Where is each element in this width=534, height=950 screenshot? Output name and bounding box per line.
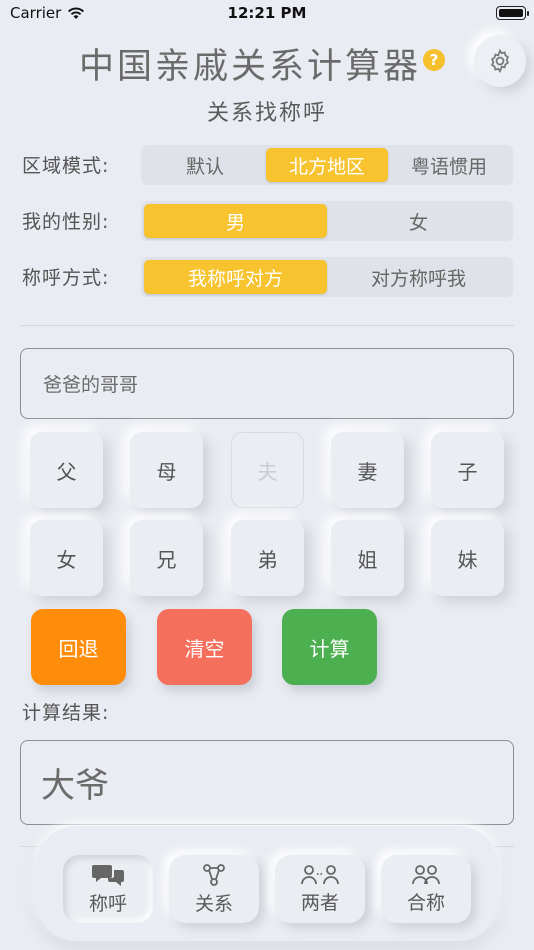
tab-relation-label: 关系 (194, 892, 233, 915)
key-husband[interactable]: 夫 (231, 432, 304, 508)
status-bar: Carrier 12:21 PM (0, 0, 534, 28)
tab-both-label: 两者 (300, 891, 339, 914)
address-mode-label: 称呼方式: (22, 267, 110, 289)
key-mother[interactable]: 母 (130, 432, 203, 508)
address-option-they-call[interactable]: 对方称呼我 (327, 260, 510, 294)
key-wife[interactable]: 妻 (331, 432, 404, 508)
tab-address-label: 称呼 (88, 892, 127, 915)
clock: 12:21 PM (227, 4, 307, 22)
result-label: 计算结果: (22, 702, 110, 724)
region-segmented-control: 默认 北方地区 粤语惯用 (141, 145, 513, 185)
gear-icon (491, 48, 509, 74)
key-younger-brother[interactable]: 弟 (231, 520, 304, 596)
tab-relation[interactable]: 关系 (169, 855, 259, 923)
tab-joint-title-label: 合称 (406, 891, 445, 914)
back-button[interactable]: 回退 (31, 609, 126, 685)
key-father[interactable]: 父 (30, 432, 103, 508)
divider (20, 325, 514, 326)
gender-option-male[interactable]: 男 (144, 204, 327, 238)
region-option-north[interactable]: 北方地区 (266, 148, 388, 182)
help-icon[interactable]: ? (423, 49, 445, 71)
key-daughter[interactable]: 女 (30, 520, 103, 596)
two-people-icon (301, 864, 339, 884)
relation-input[interactable]: 爸爸的哥哥 (20, 348, 514, 419)
key-son[interactable]: 子 (431, 432, 504, 508)
tab-both[interactable]: 两者 (275, 855, 365, 923)
relation-network-icon (203, 863, 225, 886)
result-value: 大爷 (41, 766, 109, 806)
region-option-cantonese[interactable]: 粤语惯用 (388, 148, 510, 182)
address-option-i-call[interactable]: 我称呼对方 (144, 260, 327, 294)
tab-address[interactable]: 称呼 (63, 855, 153, 923)
key-older-sister[interactable]: 姐 (331, 520, 404, 596)
gender-segmented-control: 男 女 (141, 201, 513, 241)
address-mode-segmented-control: 我称呼对方 对方称呼我 (141, 257, 513, 297)
gender-label: 我的性别: (22, 211, 110, 233)
gender-option-female[interactable]: 女 (327, 204, 510, 238)
battery-icon (496, 6, 529, 20)
clear-button[interactable]: 清空 (157, 609, 252, 685)
key-older-brother[interactable]: 兄 (130, 520, 203, 596)
region-label: 区域模式: (22, 155, 110, 177)
chat-bubbles-icon (92, 864, 124, 886)
calculate-button[interactable]: 计算 (282, 609, 377, 685)
relation-input-value: 爸爸的哥哥 (43, 374, 139, 396)
page-subtitle: 关系找称呼 (206, 101, 327, 126)
key-younger-sister[interactable]: 妹 (431, 520, 504, 596)
region-option-default[interactable]: 默认 (144, 148, 266, 182)
tab-joint-title[interactable]: 合称 (381, 855, 471, 923)
settings-button[interactable] (474, 35, 526, 87)
result-display: 大爷 (20, 740, 514, 825)
group-people-icon (412, 864, 440, 884)
